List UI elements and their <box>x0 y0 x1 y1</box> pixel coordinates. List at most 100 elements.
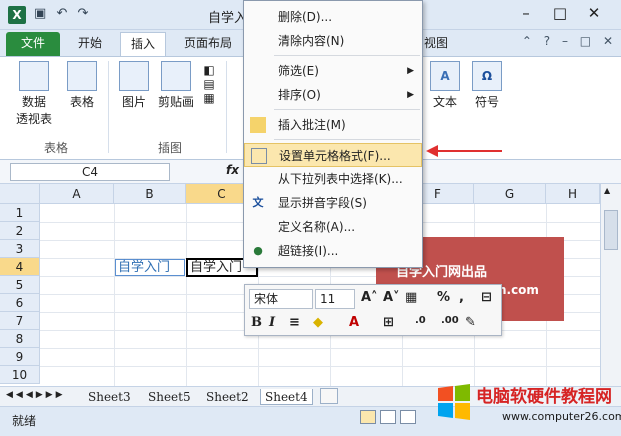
excel-app-icon[interactable]: X <box>8 6 26 24</box>
row-header-1[interactable]: 1 <box>0 204 40 222</box>
minimize-button[interactable]: – <box>509 4 543 22</box>
percent-button[interactable]: % <box>437 290 450 305</box>
tab-insert[interactable]: 插入 <box>120 32 167 56</box>
row-header-9[interactable]: 9 <box>0 348 40 366</box>
undo-icon[interactable]: ↶ <box>56 6 67 21</box>
menu-separator <box>274 55 420 56</box>
symbol-icon: Ω <box>472 61 502 91</box>
row-header-3[interactable]: 3 <box>0 240 40 258</box>
menu-item-show-phonetic[interactable]: 文 显示拼音字段(S) <box>244 191 422 215</box>
table-button[interactable]: 表格 <box>64 61 100 110</box>
text-button[interactable]: A 文本 <box>428 61 462 110</box>
save-icon[interactable]: ▣ <box>34 6 46 21</box>
column-header-a[interactable]: A <box>40 184 114 204</box>
font-size-select[interactable]: 11 <box>315 289 355 309</box>
center-align-icon[interactable]: ≡ <box>289 315 300 330</box>
menu-item-filter[interactable]: 筛选(E) ▶ <box>244 59 422 83</box>
doc-close-icon[interactable]: ✕ <box>603 34 613 48</box>
redo-icon[interactable]: ↷ <box>77 6 88 21</box>
phonetic-icon: 文 <box>252 196 264 209</box>
menu-item-insert-comment[interactable]: 插入批注(M) <box>244 113 422 137</box>
sheet-nav-icons[interactable]: ◀◀◀▶▶▶ <box>6 390 66 400</box>
group-label-illustrations: 插图 <box>158 141 183 155</box>
tab-page-layout[interactable]: 页面布局 <box>174 32 242 56</box>
maximize-button[interactable]: □ <box>543 4 577 22</box>
menu-item-hyperlink[interactable]: ● 超链接(I)... <box>244 239 422 263</box>
watermark-title: 电脑软硬件教程网 <box>476 387 612 407</box>
decrease-decimal-icon[interactable]: .00 <box>441 315 459 326</box>
select-all-corner[interactable] <box>0 184 40 204</box>
row-header-8[interactable]: 8 <box>0 330 40 348</box>
submenu-arrow-icon: ▶ <box>407 90 414 100</box>
doc-minimize-icon[interactable]: – <box>562 34 568 48</box>
column-header-h[interactable]: H <box>546 184 600 204</box>
row-header-5[interactable]: 5 <box>0 276 40 294</box>
menu-item-clear-contents[interactable]: 清除内容(N) <box>244 29 422 53</box>
increase-decimal-icon[interactable]: .0 <box>415 315 426 326</box>
menu-item-pick-from-list[interactable]: 从下拉列表中选择(K)... <box>244 167 422 191</box>
symbol-button[interactable]: Ω 符号 <box>470 61 504 110</box>
merge-cells-icon[interactable]: ⊟ <box>481 290 492 305</box>
menu-item-label: 筛选(E) <box>278 64 319 78</box>
ribbon-collapse-icon[interactable]: ⌃ <box>522 34 532 48</box>
page-break-view-icon[interactable] <box>400 410 416 424</box>
clipart-button[interactable]: 剪贴画 <box>154 61 198 110</box>
mini-toolbar: 宋体 11 A˄ A˅ ▦ % , ⊟ B I ≡ ◆ A ⊞ .0 .00 ✎ <box>244 284 502 336</box>
grow-font-icon[interactable]: A˄ <box>361 290 378 305</box>
row-header-2[interactable]: 2 <box>0 222 40 240</box>
menu-separator <box>274 139 420 140</box>
font-color-icon[interactable]: A <box>349 315 359 330</box>
shrink-font-icon[interactable]: A˅ <box>383 290 400 305</box>
red-arrow-icon <box>426 145 502 157</box>
menu-separator <box>274 109 420 110</box>
table-label: 表格 <box>69 95 94 109</box>
menu-item-label: 超链接(I)... <box>278 244 339 258</box>
bold-icon[interactable]: B <box>251 315 262 330</box>
menu-item-format-cells[interactable]: 设置单元格格式(F)... <box>244 143 422 167</box>
menu-item-sort[interactable]: 排序(O) ▶ <box>244 83 422 107</box>
scroll-thumb[interactable] <box>604 210 618 250</box>
borders-icon[interactable]: ⊞ <box>383 315 394 330</box>
column-header-g[interactable]: G <box>474 184 546 204</box>
menu-item-define-name[interactable]: 定义名称(A)... <box>244 215 422 239</box>
cell-b4[interactable]: 自学入门 <box>115 259 185 276</box>
sheet-tab-sheet5[interactable]: Sheet5 <box>148 389 191 405</box>
italic-icon[interactable]: I <box>269 315 275 330</box>
row-header-7[interactable]: 7 <box>0 312 40 330</box>
row-header-10[interactable]: 10 <box>0 366 40 384</box>
clipart-label: 剪贴画 <box>157 95 194 109</box>
tab-home[interactable]: 开始 <box>68 32 112 56</box>
help-icon[interactable]: ? <box>544 34 550 48</box>
doc-restore-icon[interactable]: □ <box>580 34 591 48</box>
close-button[interactable]: ✕ <box>577 4 611 22</box>
comma-button[interactable]: , <box>459 290 464 305</box>
row-header-4[interactable]: 4 <box>0 258 40 276</box>
accounting-format-icon[interactable]: ▦ <box>405 290 417 305</box>
vertical-scrollbar[interactable]: ▲ <box>600 184 621 386</box>
fill-color-icon[interactable]: ◆ <box>313 315 323 330</box>
format-painter-icon[interactable]: ✎ <box>465 315 476 330</box>
row-header-6[interactable]: 6 <box>0 294 40 312</box>
font-name-select[interactable]: 宋体 <box>249 289 313 309</box>
cell-context-menu: 删除(D)... 清除内容(N) 筛选(E) ▶ 排序(O) ▶ 插入批注(M) 设… <box>243 0 423 268</box>
shapes-button[interactable]: ◧ ▤ ▦ <box>198 63 220 105</box>
hyperlink-icon: ● <box>253 244 263 257</box>
menu-item-label: 排序(O) <box>278 88 321 102</box>
sheet-tab-sheet2[interactable]: Sheet2 <box>206 389 249 405</box>
tab-file[interactable]: 文件 <box>6 32 60 56</box>
sheet-tab-sheet3[interactable]: Sheet3 <box>88 389 131 405</box>
pivot-table-button[interactable]: 数据 透视表 <box>12 61 56 127</box>
column-header-b[interactable]: B <box>114 184 186 204</box>
scroll-up-icon[interactable]: ▲ <box>604 186 610 195</box>
quick-access-toolbar: ▣ ↶ ↷ <box>34 6 94 21</box>
picture-button[interactable]: 图片 <box>116 61 152 110</box>
menu-item-delete[interactable]: 删除(D)... <box>244 5 422 29</box>
symbol-label: 符号 <box>474 95 499 109</box>
fx-icon[interactable]: fx <box>226 163 239 177</box>
name-box[interactable]: C4 <box>10 163 170 181</box>
sheet-tab-sheet4[interactable]: Sheet4 <box>260 389 313 405</box>
normal-view-icon[interactable] <box>360 410 376 424</box>
page-layout-view-icon[interactable] <box>380 410 396 424</box>
insert-sheet-icon[interactable] <box>320 388 338 404</box>
gridline <box>40 348 600 349</box>
